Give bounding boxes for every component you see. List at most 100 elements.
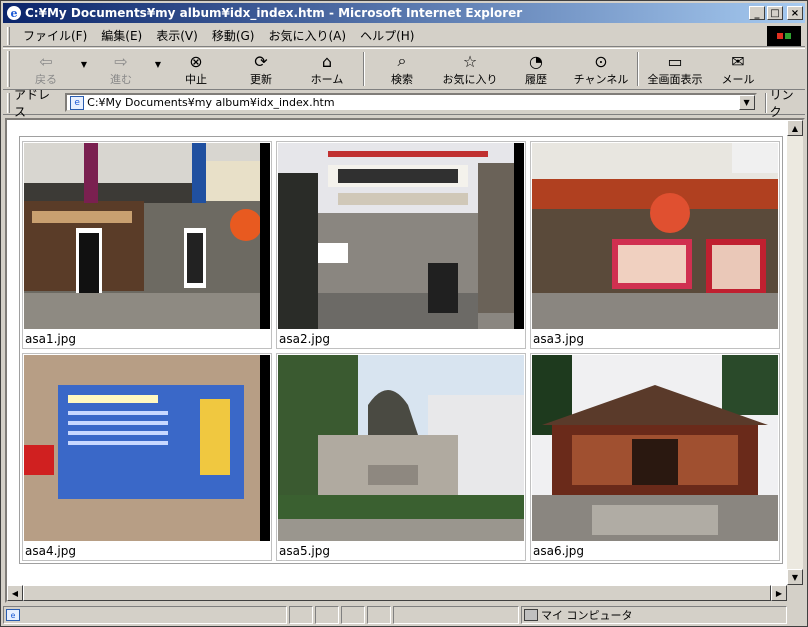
photo-thumbnail[interactable] (24, 143, 270, 329)
windows-logo-icon (767, 26, 801, 46)
photo-thumbnail[interactable] (278, 143, 524, 329)
channels-icon: ⊙ (594, 51, 608, 71)
toolbar-grip[interactable] (7, 51, 10, 87)
toolbar-separator (637, 52, 639, 86)
mail-icon: ✉ (731, 51, 745, 71)
fullscreen-button[interactable]: ▭ 全画面表示 (642, 49, 708, 89)
scroll-corner (787, 585, 803, 601)
refresh-icon: ⟳ (254, 51, 268, 71)
security-zone-pane: マイ コンピュータ (521, 606, 787, 624)
forward-arrow-icon: ⇨ (114, 51, 128, 71)
gallery-cell[interactable]: asa5.jpg (276, 353, 526, 561)
shrine-hall-photo (532, 355, 778, 541)
temple-street-photo (24, 143, 270, 329)
address-value[interactable]: C:¥My Documents¥my album¥idx_index.htm (87, 96, 334, 109)
home-icon: ⌂ (321, 51, 333, 71)
fullscreen-icon: ▭ (667, 51, 683, 71)
mail-button[interactable]: ✉ メール (708, 49, 768, 89)
photo-gallery-table: asa1.jpg asa2.jpg asa3.jpg asa4.jpg asa5… (19, 136, 783, 564)
stop-icon: ⊗ (189, 51, 203, 71)
theater-billboards-photo (532, 143, 778, 329)
back-button[interactable]: ⇦ 戻る (14, 49, 78, 89)
search-label: 検索 (391, 73, 413, 86)
mail-label: メール (721, 73, 755, 86)
scroll-down-icon[interactable]: ▼ (787, 569, 803, 585)
address-label: アドレス (13, 87, 50, 119)
forward-button[interactable]: ⇨ 進む (90, 49, 152, 89)
search-button[interactable]: ⌕ 検索 (368, 49, 436, 89)
history-icon: ◔ (529, 51, 543, 71)
toolbar-separator (363, 52, 365, 86)
status-pane (289, 606, 313, 624)
photo-thumbnail[interactable] (24, 355, 270, 541)
statue-monument-photo (278, 355, 524, 541)
stop-label: 中止 (185, 73, 207, 86)
menu-bar: ファイル(F) 編集(E) 表示(V) 移動(G) お気に入り(A) ヘルプ(H… (3, 25, 805, 47)
status-bar: e マイ コンピュータ (3, 605, 805, 625)
forward-dropdown-icon[interactable]: ▼ (152, 60, 164, 69)
menu-help[interactable]: ヘルプ(H) (353, 27, 421, 44)
gallery-cell[interactable]: asa4.jpg (22, 353, 272, 561)
horizontal-scroll-thumb[interactable] (23, 585, 771, 601)
favorites-button[interactable]: ☆ お気に入り (436, 49, 504, 89)
address-bar: アドレス e C:¥My Documents¥my album¥idx_inde… (3, 88, 805, 119)
menu-go[interactable]: 移動(G) (205, 27, 262, 44)
zone-label: マイ コンピュータ (541, 609, 633, 622)
standard-toolbar: ⇦ 戻る ▼ ⇨ 進む ▼ ⊗ 中止 ⟳ 更新 ⌂ ホーム ⌕ 検索 ☆ お気に… (3, 48, 805, 90)
maximize-button[interactable]: □ (767, 6, 783, 20)
page-icon: e (70, 95, 85, 110)
page-viewport: asa1.jpg asa2.jpg asa3.jpg asa4.jpg asa5… (5, 118, 805, 603)
forward-label: 進む (110, 73, 132, 86)
photo-caption: asa1.jpg (25, 332, 76, 346)
blue-poster-photo (24, 355, 270, 541)
photo-caption: asa3.jpg (533, 332, 584, 346)
back-dropdown-icon[interactable]: ▼ (78, 60, 90, 69)
menu-grip[interactable] (7, 26, 10, 45)
gallery-cell[interactable]: asa3.jpg (530, 141, 780, 349)
vertical-scrollbar[interactable]: ▲ ▼ (787, 120, 803, 585)
status-pane (315, 606, 339, 624)
channels-button[interactable]: ⊙ チャンネル (568, 49, 634, 89)
favorites-icon: ☆ (462, 51, 478, 71)
title-bar[interactable]: e C:¥My Documents¥my album¥idx_index.htm… (3, 3, 805, 23)
address-dropdown-icon[interactable]: ▼ (738, 95, 755, 110)
horizontal-scrollbar[interactable]: ◀ ▶ (7, 585, 787, 601)
window-title: C:¥My Documents¥my album¥idx_index.htm -… (25, 6, 523, 20)
history-button[interactable]: ◔ 履歴 (504, 49, 568, 89)
address-grip[interactable] (7, 92, 10, 113)
status-pane (367, 606, 391, 624)
channels-label: チャンネル (573, 73, 629, 86)
scroll-right-icon[interactable]: ▶ (771, 585, 787, 601)
menu-edit[interactable]: 編集(E) (94, 27, 149, 44)
menu-view[interactable]: 表示(V) (149, 27, 205, 44)
status-pane (341, 606, 365, 624)
page-status-icon: e (6, 609, 20, 621)
photo-caption: asa2.jpg (279, 332, 330, 346)
stop-button[interactable]: ⊗ 中止 (164, 49, 228, 89)
close-button[interactable]: × (787, 6, 803, 20)
menu-favorites[interactable]: お気に入り(A) (261, 27, 353, 44)
status-text-pane: e (3, 606, 287, 624)
menu-file[interactable]: ファイル(F) (16, 27, 94, 44)
search-icon: ⌕ (397, 51, 407, 70)
address-input[interactable]: e C:¥My Documents¥my album¥idx_index.htm… (65, 93, 757, 112)
photo-caption: asa5.jpg (279, 544, 330, 558)
home-label: ホーム (310, 73, 344, 86)
page-content: asa1.jpg asa2.jpg asa3.jpg asa4.jpg asa5… (7, 120, 787, 585)
my-computer-icon (524, 609, 538, 621)
photo-thumbnail[interactable] (278, 355, 524, 541)
gallery-cell[interactable]: asa2.jpg (276, 141, 526, 349)
minimize-button[interactable]: _ (749, 6, 765, 20)
status-pane (393, 606, 519, 624)
scroll-up-icon[interactable]: ▲ (787, 120, 803, 136)
refresh-button[interactable]: ⟳ 更新 (228, 49, 294, 89)
photo-thumbnail[interactable] (532, 355, 778, 541)
links-button[interactable]: リンク (770, 86, 805, 120)
scroll-left-icon[interactable]: ◀ (7, 585, 23, 601)
home-button[interactable]: ⌂ ホーム (294, 49, 360, 89)
photo-caption: asa6.jpg (533, 544, 584, 558)
favorites-label: お気に入り (442, 73, 498, 86)
gallery-cell[interactable]: asa1.jpg (22, 141, 272, 349)
gallery-cell[interactable]: asa6.jpg (530, 353, 780, 561)
photo-thumbnail[interactable] (532, 143, 778, 329)
